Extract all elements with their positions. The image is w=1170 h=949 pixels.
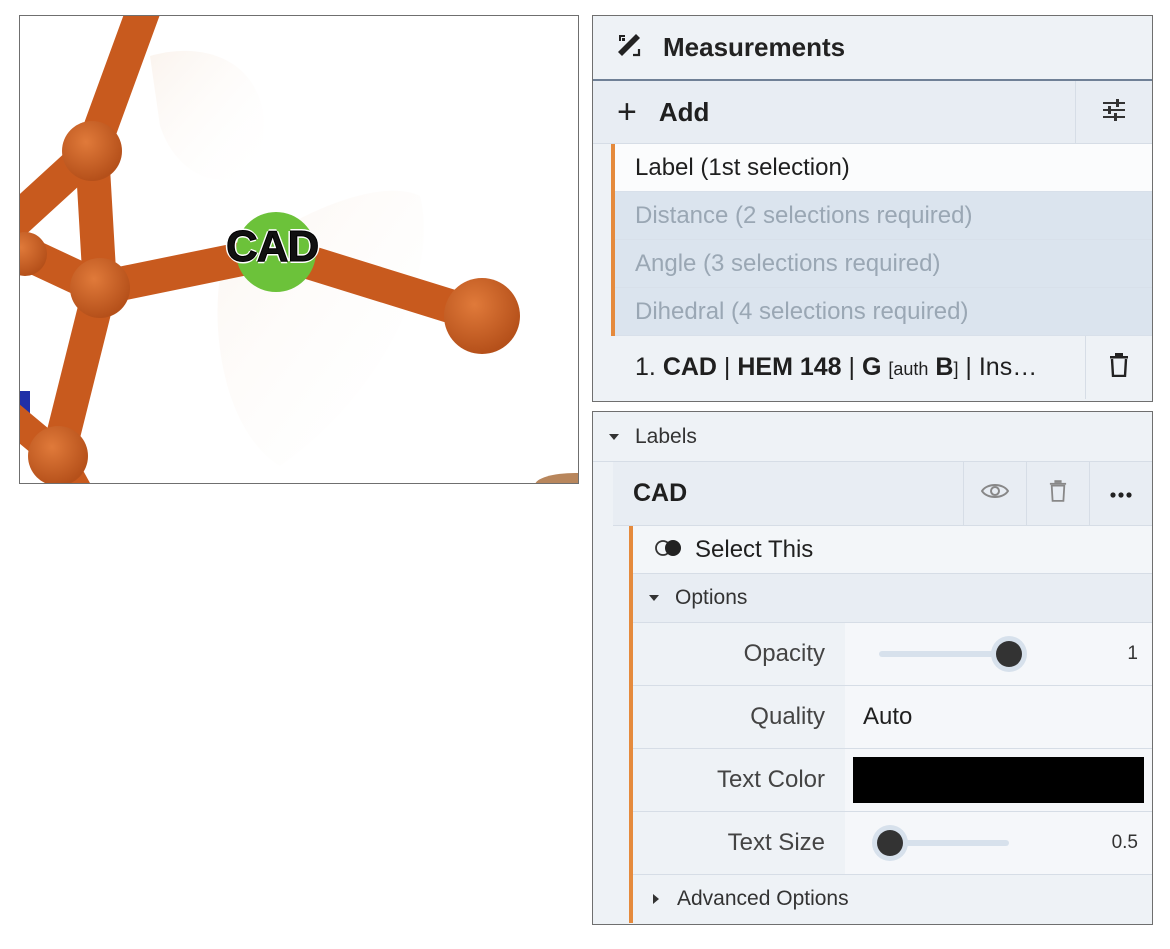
- options-sliders-button[interactable]: [1075, 81, 1152, 143]
- delete-label-button[interactable]: [1026, 462, 1089, 525]
- select-this-button[interactable]: Select This: [633, 526, 1152, 574]
- text-size-control: 0.5: [845, 812, 1152, 874]
- selection-entry-text[interactable]: 1. CAD | HEM 148 | G [auth B] | Ins…: [593, 353, 1085, 382]
- text-color-label: Text Color: [716, 766, 825, 793]
- options-section-title: Options: [675, 586, 748, 609]
- option-angle: Angle (3 selections required): [615, 240, 1152, 288]
- measurement-type-list: Label (1st selection) Distance (2 select…: [611, 144, 1152, 336]
- selection-entry[interactable]: 1. CAD | HEM 148 | G [auth B] | Ins…: [593, 336, 1152, 399]
- quality-label: Quality: [750, 703, 825, 730]
- text-color-swatch[interactable]: [853, 757, 1144, 803]
- ruler-pencil-icon: [615, 31, 643, 64]
- text-size-value: 0.5: [1111, 832, 1138, 853]
- trash-icon: [1049, 480, 1067, 507]
- select-this-label: Select This: [695, 535, 814, 563]
- opacity-label: Opacity: [743, 640, 825, 667]
- opacity-control: 1: [845, 623, 1152, 685]
- labels-body: CAD Select This Options Opacity 1 Qualit…: [613, 462, 1152, 923]
- text-color-control: [845, 749, 1152, 811]
- trash-icon: [1109, 353, 1129, 382]
- opacity-value: 1: [1127, 643, 1138, 664]
- quality-row: Quality Auto: [633, 686, 1152, 749]
- label-item-row: CAD: [613, 462, 1152, 526]
- measurements-header: Measurements: [593, 16, 1152, 81]
- text-color-row: Text Color: [633, 749, 1152, 812]
- caret-down-icon: [609, 433, 619, 440]
- eye-icon: [980, 482, 1010, 505]
- option-dihedral: Dihedral (4 selections required): [615, 288, 1152, 336]
- ellipsis-icon: [1110, 485, 1132, 503]
- labels-section-toggle[interactable]: Labels: [593, 412, 1152, 462]
- labels-section-title: Labels: [635, 424, 697, 448]
- advanced-options-label: Advanced Options: [677, 887, 849, 910]
- caret-right-icon: [653, 894, 659, 904]
- caret-down-icon: [649, 595, 659, 601]
- text-size-row: Text Size 0.5: [633, 812, 1152, 875]
- text-size-slider-thumb[interactable]: [877, 830, 903, 856]
- atom-label: CAD: [225, 222, 319, 272]
- opacity-slider-track[interactable]: [879, 651, 1009, 657]
- add-row: + Add: [593, 81, 1152, 144]
- add-button[interactable]: + Add: [593, 81, 1075, 143]
- more-options-button[interactable]: [1089, 462, 1152, 525]
- option-distance: Distance (2 selections required): [615, 192, 1152, 240]
- add-label: Add: [658, 96, 710, 127]
- options-section-toggle[interactable]: Options: [633, 574, 1152, 623]
- option-label[interactable]: Label (1st selection): [615, 144, 1152, 192]
- label-item-content: Select This Options Opacity 1 Quality Au…: [629, 526, 1152, 923]
- quality-select[interactable]: Auto: [845, 686, 1152, 748]
- advanced-options-toggle[interactable]: Advanced Options: [633, 875, 1152, 923]
- panel-title: Measurements: [663, 32, 846, 62]
- sliders-icon: [1101, 98, 1127, 126]
- opacity-row: Opacity 1: [633, 623, 1152, 686]
- toggle-visibility-button[interactable]: [963, 462, 1026, 525]
- text-size-label: Text Size: [727, 829, 825, 856]
- labels-panel: Labels CAD Select This Options Opacity 1…: [592, 411, 1153, 925]
- molecule-viewport[interactable]: CAD: [19, 15, 579, 484]
- toggle-icon: [653, 536, 683, 564]
- measurements-panel: Measurements + Add Label (1st selection)…: [592, 15, 1153, 402]
- plus-icon: +: [617, 93, 637, 131]
- opacity-slider-thumb[interactable]: [996, 641, 1022, 667]
- label-item-title[interactable]: CAD: [613, 479, 963, 508]
- remove-selection-button[interactable]: [1085, 336, 1152, 399]
